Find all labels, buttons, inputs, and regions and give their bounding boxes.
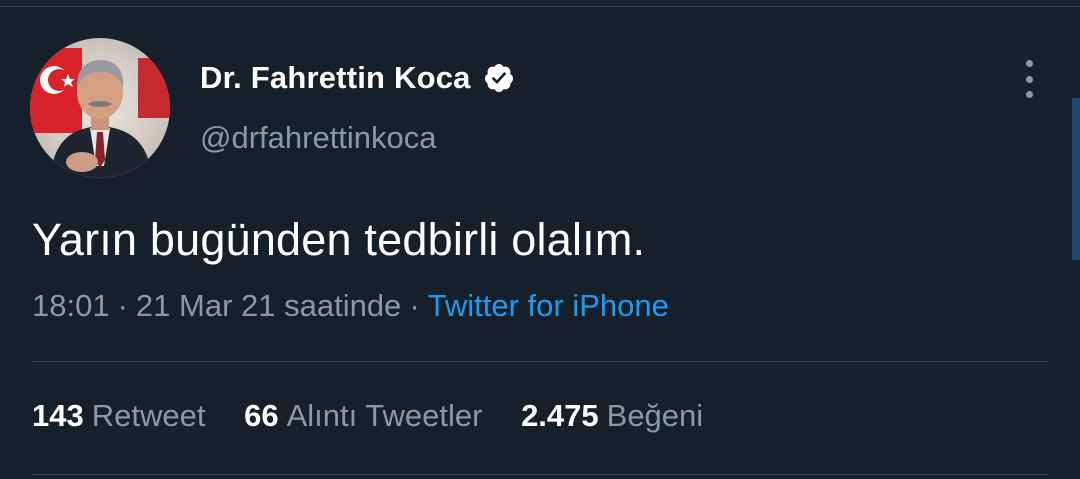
meta-separator: ·	[117, 288, 128, 323]
avatar[interactable]	[30, 38, 170, 178]
author-row: Dr. Fahrettin Koca	[200, 56, 515, 100]
meta-separator: ·	[409, 288, 420, 323]
stat-label: Beğeni	[606, 398, 704, 433]
retweet-count[interactable]: 143 Retweet	[32, 398, 205, 434]
stat-number: 143	[32, 398, 84, 433]
quote-tweets-count[interactable]: 66 Alıntı Tweetler	[244, 398, 482, 434]
verified-badge-icon	[483, 62, 515, 94]
tweet-source-link[interactable]: Twitter for iPhone	[428, 288, 669, 323]
tweet-date: 21 Mar 21 saatinde	[135, 288, 402, 323]
tweet-text: Yarın bugünden tedbirli olalım.	[32, 214, 646, 265]
author-display-name[interactable]: Dr. Fahrettin Koca	[200, 60, 471, 96]
stat-label: Retweet	[91, 398, 206, 433]
more-dot	[1025, 91, 1033, 98]
likes-count[interactable]: 2.475 Beğeni	[521, 398, 703, 434]
divider	[32, 361, 1048, 362]
more-options-icon[interactable]	[1014, 60, 1044, 98]
tweet-stats: 143 Retweet 66 Alıntı Tweetler 2.475 Beğeni	[32, 398, 733, 434]
stat-number: 66	[244, 398, 279, 433]
stat-number: 2.475	[521, 398, 599, 433]
stat-label: Alıntı Tweetler	[286, 398, 483, 433]
tweet-time: 18:01	[32, 288, 110, 323]
scrollbar[interactable]	[1072, 98, 1080, 260]
divider	[32, 474, 1048, 475]
top-divider	[0, 6, 1080, 7]
tweet-meta: 18:01 · 21 Mar 21 saatinde · Twitter for iPh…	[32, 288, 669, 324]
author-handle[interactable]: @drfahrettinkoca	[200, 120, 437, 156]
more-dot	[1025, 60, 1033, 67]
avatar-photo	[30, 48, 170, 178]
more-dot	[1025, 75, 1033, 83]
